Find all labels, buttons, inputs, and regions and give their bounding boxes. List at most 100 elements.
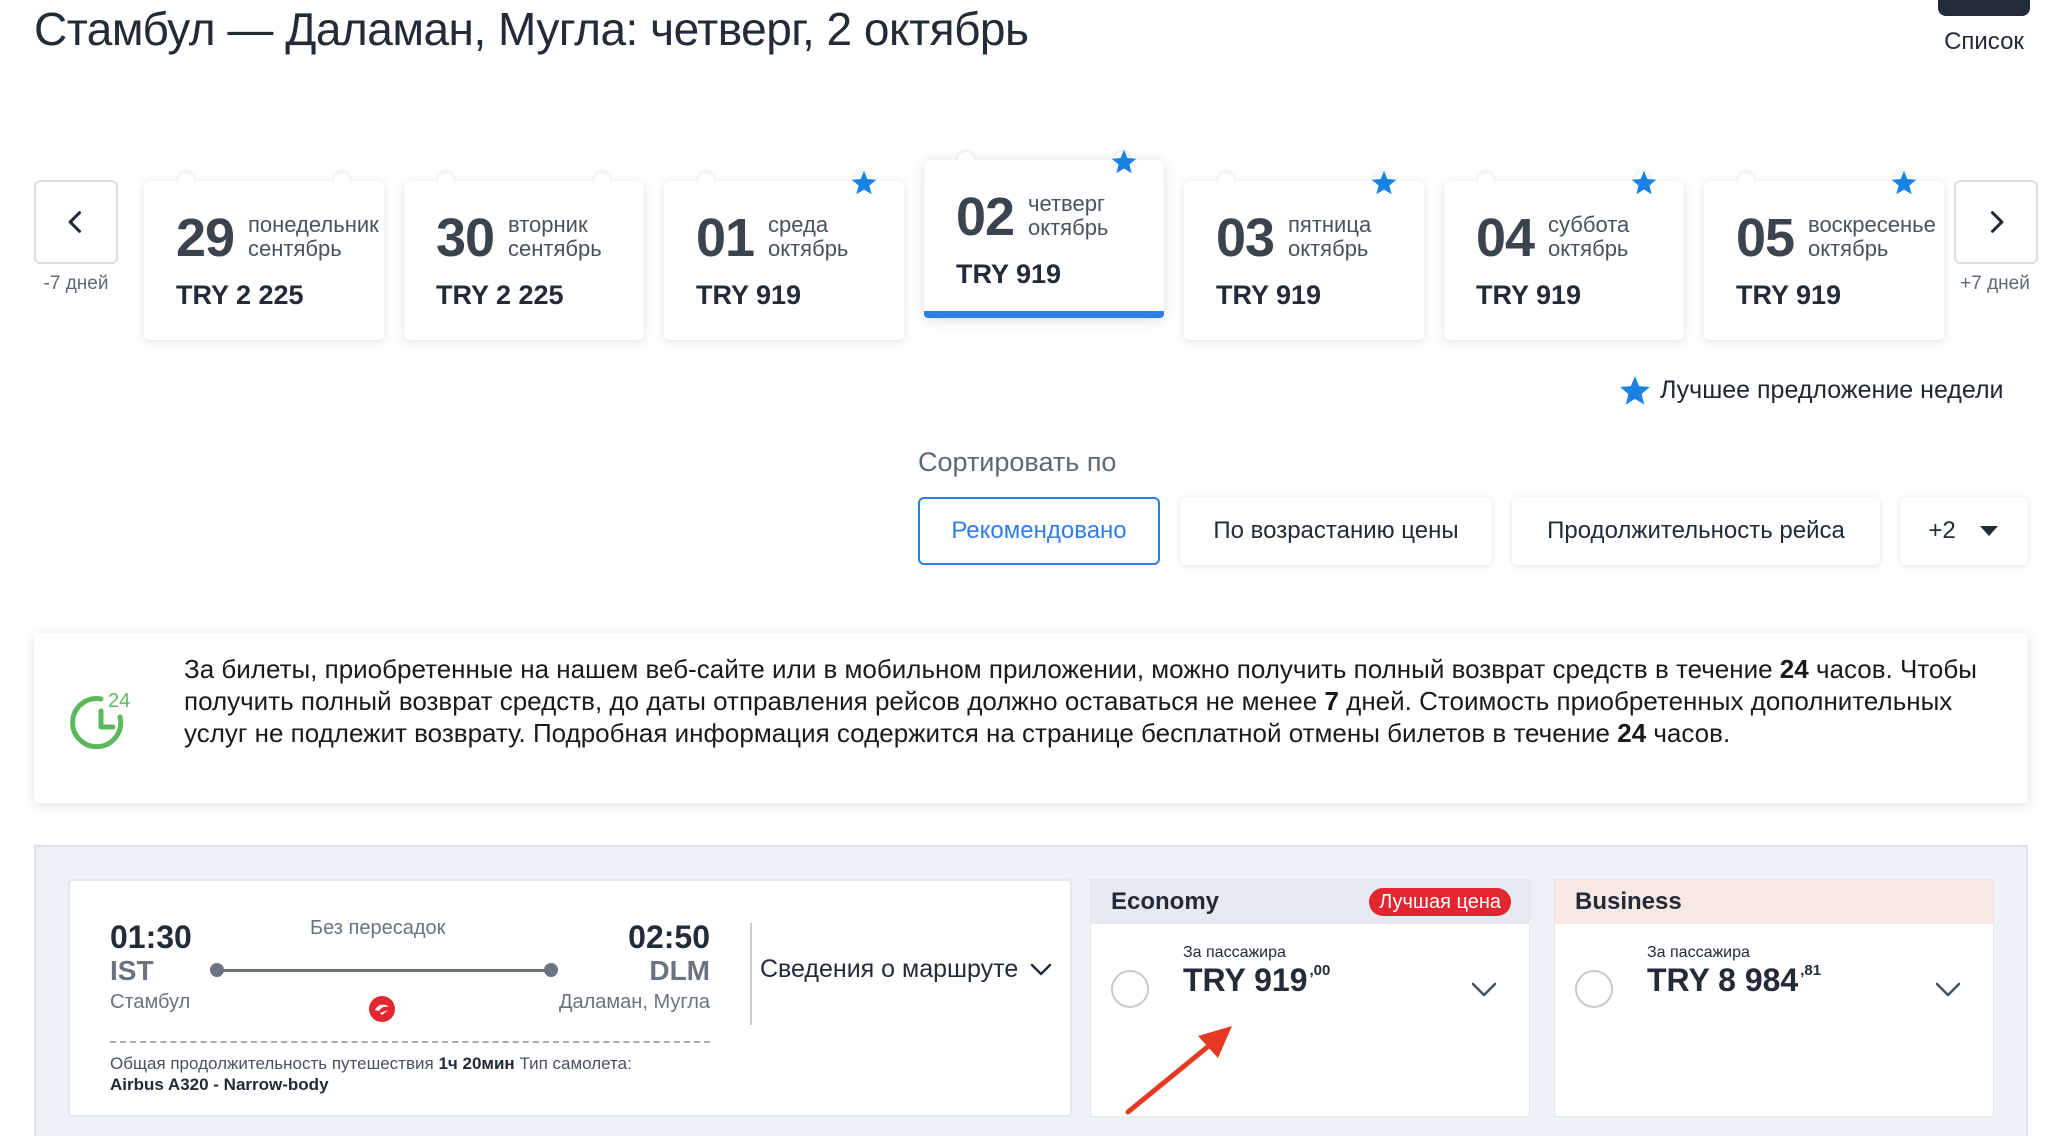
airline-logo-icon xyxy=(369,996,395,1022)
next-week-button[interactable] xyxy=(1954,180,2038,264)
date-month: октябрь xyxy=(1288,236,1369,261)
star-icon xyxy=(1620,376,1650,405)
date-day-number: 03 xyxy=(1216,208,1275,268)
economy-fare-price: TRY 919,00 xyxy=(1183,962,1331,998)
date-price: TRY 2 225 xyxy=(436,280,564,310)
date-weekday: суббота xyxy=(1548,212,1630,237)
date-day-number: 30 xyxy=(436,208,495,268)
route-details-label: Сведения о маршруте xyxy=(760,955,1019,983)
star-icon xyxy=(1111,149,1137,174)
date-day-number: 01 xyxy=(696,208,755,268)
date-price: TRY 919 xyxy=(1736,280,1842,310)
route-details-toggle[interactable]: Сведения о маршруте xyxy=(760,955,1052,984)
economy-per-passenger-label: За пассажира xyxy=(1183,944,1286,961)
date-card-30[interactable]: 30 вторник сентябрь TRY 2 225 xyxy=(404,173,644,340)
date-month: октябрь xyxy=(768,236,849,261)
chevron-down-icon[interactable] xyxy=(1471,982,1497,998)
clock-24-icon: 24 xyxy=(70,690,130,750)
date-card-01[interactable]: 01 среда октябрь TRY 919 xyxy=(664,170,904,340)
route-dot-destination xyxy=(544,963,558,977)
date-card-05[interactable]: 05 воскресенье октябрь TRY 919 xyxy=(1704,170,1944,340)
date-price: TRY 2 225 xyxy=(176,280,304,310)
ticket-notch xyxy=(334,173,350,189)
dashed-divider xyxy=(110,1041,710,1043)
ticket-notch xyxy=(178,173,194,189)
date-day-number: 29 xyxy=(176,208,235,268)
ticket-notch xyxy=(1478,173,1494,189)
refund-info-text: За билеты, приобретенные на нашем веб-са… xyxy=(184,654,1977,748)
star-icon xyxy=(851,170,877,195)
business-fare-card[interactable]: Business За пассажира TRY 8 984,81 xyxy=(1554,879,1994,1117)
sort-title: Сортировать по xyxy=(918,447,1117,477)
date-month: сентябрь xyxy=(248,236,342,261)
star-icon xyxy=(1891,170,1917,195)
date-month: октябрь xyxy=(1808,236,1889,261)
ticket-notch xyxy=(1738,173,1754,189)
list-view-button[interactable] xyxy=(1938,0,2030,16)
departure-code: IST xyxy=(110,955,154,986)
star-icon xyxy=(1371,170,1397,195)
ticket-notch xyxy=(594,173,610,189)
date-card-03[interactable]: 03 пятница октябрь TRY 919 xyxy=(1184,170,1424,340)
ticket-notch xyxy=(438,173,454,189)
route-dot-origin xyxy=(210,963,224,977)
economy-fare-radio[interactable] xyxy=(1111,970,1149,1008)
sort-more-label: +2 xyxy=(1928,517,1956,544)
date-month: сентябрь xyxy=(508,236,602,261)
date-weekday: воскресенье xyxy=(1808,212,1936,237)
business-per-passenger-label: За пассажира xyxy=(1647,944,1750,961)
economy-fare-header: Economy Лучшая цена xyxy=(1091,880,1529,924)
flight-summary: Общая продолжительность путешествия 1ч 2… xyxy=(110,1054,632,1094)
date-card-02[interactable]: 02 четверг октябрь TRY 919 xyxy=(924,149,1164,318)
annotation-arrow-icon xyxy=(1125,1026,1232,1115)
flight-card: 01:30 IST Стамбул Без пересадок 02:50 DL… xyxy=(68,879,1072,1117)
chevron-down-icon xyxy=(1031,963,1052,975)
date-card-29[interactable]: 29 понедельник сентябрь TRY 2 225 xyxy=(144,173,384,340)
date-weekday: среда xyxy=(768,212,829,237)
date-month: октябрь xyxy=(1028,215,1109,240)
chevron-left-icon xyxy=(68,211,82,233)
business-fare-price: TRY 8 984,81 xyxy=(1647,962,1822,998)
business-fare-radio[interactable] xyxy=(1575,970,1613,1008)
sort-more-button[interactable]: +2 xyxy=(1900,497,2028,565)
stops-label: Без пересадок xyxy=(310,917,446,939)
star-icon xyxy=(1631,170,1657,195)
best-offer-legend: Лучшее предложение недели xyxy=(1660,376,2004,404)
list-view-label[interactable]: Список xyxy=(1938,28,2030,56)
sort-price-button[interactable]: По возрастанию цены xyxy=(1180,497,1492,565)
arrival-time: 02:50 xyxy=(628,919,710,955)
flight-results: 01:30 IST Стамбул Без пересадок 02:50 DL… xyxy=(34,845,2028,1136)
chevron-down-icon[interactable] xyxy=(1935,982,1961,998)
date-month: октябрь xyxy=(1548,236,1629,261)
clock-24-number: 24 xyxy=(108,690,130,712)
date-price: TRY 919 xyxy=(956,259,1062,289)
date-day-number: 04 xyxy=(1476,208,1535,268)
ticket-notch xyxy=(958,152,974,168)
date-price: TRY 919 xyxy=(1216,280,1322,310)
ticket-notch xyxy=(698,173,714,189)
next-week-caption: +7 дней xyxy=(1960,273,2030,294)
departure-time: 01:30 xyxy=(110,919,192,955)
economy-fare-name: Economy xyxy=(1111,888,1220,915)
sort-duration-button[interactable]: Продолжительность рейса xyxy=(1512,497,1880,565)
route-line xyxy=(216,969,550,972)
refund-info-box: 24 За билеты, приобретенные на нашем веб… xyxy=(34,633,2028,803)
business-fare-header: Business xyxy=(1555,880,1993,924)
chevron-right-icon xyxy=(1990,211,2004,233)
date-weekday: вторник xyxy=(508,212,588,237)
sort-recommended-button[interactable]: Рекомендовано xyxy=(918,497,1160,565)
date-price: TRY 919 xyxy=(1476,280,1582,310)
date-price: TRY 919 xyxy=(696,280,802,310)
date-weekday: четверг xyxy=(1028,191,1105,216)
date-day-number: 05 xyxy=(1736,208,1795,268)
ticket-notch xyxy=(1218,173,1234,189)
prev-week-button[interactable] xyxy=(34,180,118,264)
date-day-number: 02 xyxy=(956,187,1015,247)
arrival-city: Даламан, Мугла xyxy=(558,991,710,1013)
caret-down-icon xyxy=(1979,526,1998,536)
business-fare-name: Business xyxy=(1575,888,1682,915)
date-card-04[interactable]: 04 суббота октябрь TRY 919 xyxy=(1444,170,1684,340)
best-price-badge: Лучшая цена xyxy=(1369,888,1511,916)
departure-city: Стамбул xyxy=(110,991,191,1013)
page-title: Стамбул — Даламан, Мугла: четверг, 2 окт… xyxy=(34,3,1029,55)
